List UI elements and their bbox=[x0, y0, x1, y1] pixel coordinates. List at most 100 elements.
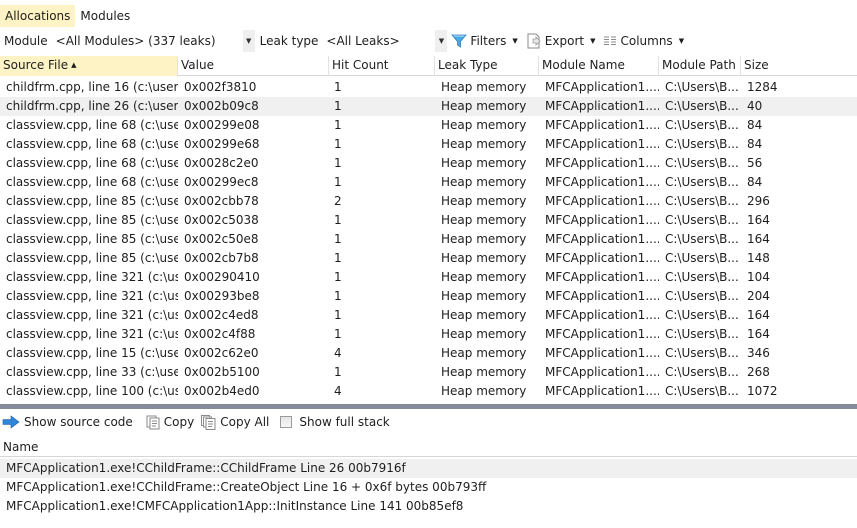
show-full-stack-checkbox[interactable] bbox=[280, 416, 293, 428]
hit-count-cell: 1 bbox=[334, 308, 342, 322]
table-row[interactable]: classview.cpp, line 321 (c:\user... 0x002… bbox=[0, 306, 857, 325]
columns-label: Columns bbox=[620, 34, 673, 48]
table-row[interactable]: classview.cpp, line 68 (c:\users... 0x002… bbox=[0, 135, 857, 154]
table-row[interactable]: classview.cpp, line 321 (c:\user... 0x002… bbox=[0, 268, 857, 287]
table-row[interactable]: childfrm.cpp, line 26 (c:\users\... 0x002… bbox=[0, 97, 857, 116]
allocations-grid: childfrm.cpp, line 16 (c:\users\... 0x002… bbox=[0, 78, 857, 404]
leak-type-dropdown[interactable]: <All Leaks> ▼ bbox=[322, 30, 448, 52]
chevron-down-icon: ▼ bbox=[512, 37, 518, 45]
source-file-cell: classview.cpp, line 85 (c:\users... bbox=[6, 194, 178, 208]
hit-count-cell: 1 bbox=[334, 80, 342, 94]
copy-button[interactable]: Copy bbox=[144, 411, 199, 433]
table-row[interactable]: classview.cpp, line 33 (c:\users... 0x002… bbox=[0, 363, 857, 382]
module-path-cell: C:\Users\B... bbox=[665, 118, 739, 132]
module-path-cell: C:\Users\B... bbox=[665, 80, 739, 94]
value-cell: 0x00299e08 bbox=[184, 118, 260, 132]
table-row[interactable]: classview.cpp, line 68 (c:\users... 0x002… bbox=[0, 154, 857, 173]
leak-type-cell: Heap memory bbox=[441, 175, 527, 189]
hit-count-cell: 1 bbox=[334, 327, 342, 341]
tab-allocations[interactable]: Allocations bbox=[0, 5, 76, 27]
hit-count-cell: 1 bbox=[334, 156, 342, 170]
value-cell: 0x002c50e8 bbox=[184, 232, 259, 246]
value-cell: 0x00290410 bbox=[184, 270, 260, 284]
hit-count-cell: 1 bbox=[334, 251, 342, 265]
pane-splitter[interactable] bbox=[0, 404, 857, 409]
copy-icon bbox=[146, 415, 160, 430]
export-label: Export bbox=[544, 34, 585, 48]
size-cell: 204 bbox=[747, 289, 770, 303]
export-button[interactable]: Export ▼ bbox=[522, 30, 600, 52]
table-row[interactable]: classview.cpp, line 321 (c:\user... 0x002… bbox=[0, 287, 857, 306]
chevron-down-icon[interactable]: ▼ bbox=[242, 30, 255, 52]
hit-count-cell: 1 bbox=[334, 232, 342, 246]
table-row[interactable]: classview.cpp, line 68 (c:\users... 0x002… bbox=[0, 173, 857, 192]
column-header-source-file[interactable]: Source File ▲ bbox=[0, 56, 178, 76]
leak-type-cell: Heap memory bbox=[441, 137, 527, 151]
leak-type-cell: Heap memory bbox=[441, 156, 527, 170]
leak-type-cell: Heap memory bbox=[441, 384, 527, 398]
column-header-value[interactable]: Value bbox=[178, 56, 329, 76]
value-cell: 0x00299e68 bbox=[184, 137, 260, 151]
size-cell: 164 bbox=[747, 232, 770, 246]
table-row[interactable]: classview.cpp, line 15 (c:\users... 0x002… bbox=[0, 344, 857, 363]
leak-type-cell: Heap memory bbox=[441, 213, 527, 227]
leak-type-cell: Heap memory bbox=[441, 365, 527, 379]
source-file-cell: classview.cpp, line 68 (c:\users... bbox=[6, 175, 178, 189]
module-path-cell: C:\Users\B... bbox=[665, 213, 739, 227]
show-source-code-button[interactable]: Show source code bbox=[0, 411, 138, 433]
size-cell: 164 bbox=[747, 213, 770, 227]
hit-count-cell: 4 bbox=[334, 346, 342, 360]
tab-modules[interactable]: Modules bbox=[75, 5, 135, 27]
show-full-stack-toggle[interactable]: Show full stack bbox=[278, 411, 394, 433]
module-name-cell: MFCApplication1.... bbox=[545, 365, 659, 379]
column-header-hit-count[interactable]: Hit Count bbox=[329, 56, 435, 76]
call-stack-frame[interactable]: MFCApplication1.exe!CChildFrame::CChildF… bbox=[0, 459, 857, 478]
size-cell: 164 bbox=[747, 327, 770, 341]
leak-type-cell: Heap memory bbox=[441, 99, 527, 113]
size-cell: 296 bbox=[747, 194, 770, 208]
leak-type-label: Leak type bbox=[259, 34, 319, 48]
size-cell: 164 bbox=[747, 308, 770, 322]
chevron-down-icon[interactable]: ▼ bbox=[435, 30, 448, 52]
value-cell: 0x002c4ed8 bbox=[184, 308, 259, 322]
module-dropdown[interactable]: <All Modules> (337 leaks) ▼ bbox=[51, 30, 255, 52]
call-stack-frame[interactable]: MFCApplication1.exe!CMFCApplication1App:… bbox=[0, 497, 857, 516]
hit-count-cell: 1 bbox=[334, 213, 342, 227]
leak-type-cell: Heap memory bbox=[441, 289, 527, 303]
value-cell: 0x002c4f88 bbox=[184, 327, 256, 341]
call-stack-list: MFCApplication1.exe!CChildFrame::CChildF… bbox=[0, 459, 857, 516]
module-path-cell: C:\Users\B... bbox=[665, 99, 739, 113]
module-name-cell: MFCApplication1.... bbox=[545, 384, 659, 398]
size-cell: 1072 bbox=[747, 384, 778, 398]
table-row[interactable]: classview.cpp, line 100 (c:\user... 0x002… bbox=[0, 382, 857, 401]
copy-all-button[interactable]: Copy All bbox=[199, 411, 274, 433]
leak-type-cell: Heap memory bbox=[441, 270, 527, 284]
leak-type-cell: Heap memory bbox=[441, 194, 527, 208]
table-row[interactable]: classview.cpp, line 85 (c:\users... 0x002… bbox=[0, 249, 857, 268]
size-cell: 1284 bbox=[747, 80, 778, 94]
call-stack-frame[interactable]: MFCApplication1.exe!CChildFrame::CreateO… bbox=[0, 478, 857, 497]
call-stack-header-name[interactable]: Name bbox=[0, 437, 857, 457]
column-header-module-path[interactable]: Module Path bbox=[659, 56, 741, 76]
source-file-cell: classview.cpp, line 85 (c:\users... bbox=[6, 232, 178, 246]
columns-icon bbox=[603, 34, 617, 48]
table-row[interactable]: classview.cpp, line 68 (c:\users... 0x002… bbox=[0, 116, 857, 135]
source-file-cell: classview.cpp, line 321 (c:\user... bbox=[6, 327, 178, 341]
table-row[interactable]: childfrm.cpp, line 16 (c:\users\... 0x002… bbox=[0, 78, 857, 97]
size-cell: 104 bbox=[747, 270, 770, 284]
call-stack-toolbar: Show source code Copy Copy All Show full… bbox=[0, 411, 857, 433]
column-header-module-name[interactable]: Module Name bbox=[539, 56, 659, 76]
column-header-leak-type[interactable]: Leak Type bbox=[435, 56, 539, 76]
columns-button[interactable]: Columns ▼ bbox=[599, 30, 688, 52]
table-row[interactable]: classview.cpp, line 85 (c:\users... 0x002… bbox=[0, 211, 857, 230]
size-cell: 40 bbox=[747, 99, 763, 113]
source-file-cell: classview.cpp, line 68 (c:\users... bbox=[6, 118, 178, 132]
filters-button[interactable]: Filters ▼ bbox=[447, 30, 521, 52]
table-row[interactable]: classview.cpp, line 321 (c:\user... 0x002… bbox=[0, 325, 857, 344]
module-path-cell: C:\Users\B... bbox=[665, 308, 739, 322]
column-header-size[interactable]: Size bbox=[741, 56, 857, 76]
module-path-cell: C:\Users\B... bbox=[665, 327, 739, 341]
table-row[interactable]: classview.cpp, line 85 (c:\users... 0x002… bbox=[0, 192, 857, 211]
table-row[interactable]: classview.cpp, line 85 (c:\users... 0x002… bbox=[0, 230, 857, 249]
source-file-cell: classview.cpp, line 68 (c:\users... bbox=[6, 137, 178, 151]
